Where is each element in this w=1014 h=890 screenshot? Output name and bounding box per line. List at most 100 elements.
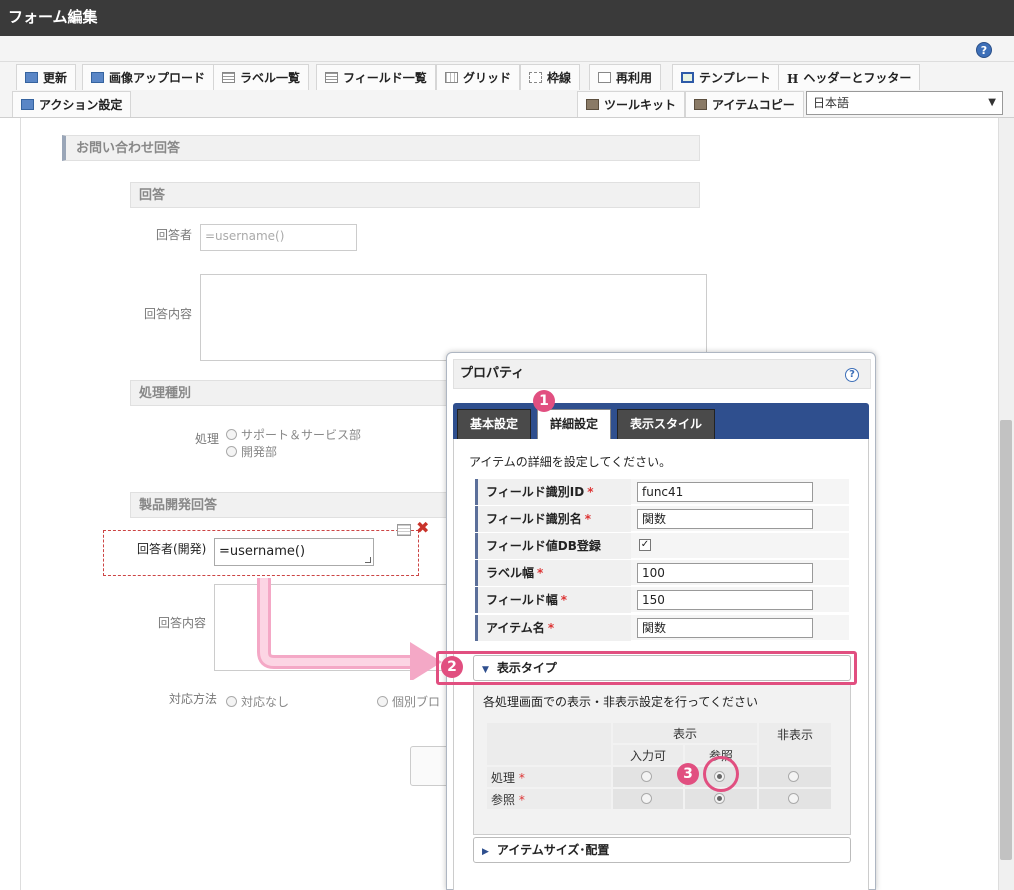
scrollbar-thumb[interactable]	[1000, 420, 1012, 860]
item-name-label: アイテム名 *	[475, 615, 631, 641]
refresh-button[interactable]: 更新	[16, 64, 77, 90]
field-name-label-text: フィールド識別名	[486, 512, 582, 526]
tab-basic-settings[interactable]: 基本設定	[457, 409, 532, 439]
delete-icon[interactable]: ✖	[416, 518, 429, 537]
radio-icon	[226, 446, 237, 457]
required-mark: *	[518, 792, 525, 807]
ref-input-radio[interactable]	[613, 789, 683, 809]
dev-responder-input[interactable]: =username()	[214, 538, 374, 566]
field-width-input[interactable]: 150	[637, 590, 813, 610]
method-option-individual[interactable]: 個別ブロ	[377, 693, 440, 710]
item-size-header[interactable]: ▶ アイテムサイズ･配置	[473, 837, 851, 863]
process-option-dev[interactable]: 開発部	[226, 443, 277, 460]
header-footer-button[interactable]: H ヘッダーとフッター	[778, 64, 921, 90]
required-mark: *	[537, 566, 544, 580]
image-upload-label: 画像アップロード	[109, 71, 206, 85]
template-button[interactable]: テンプレート	[672, 64, 780, 90]
reuse-icon	[598, 72, 611, 83]
field-list-icon	[325, 72, 338, 83]
process-option-support[interactable]: サポート＆サービス部	[226, 426, 361, 443]
label-width-input[interactable]: 100	[637, 563, 813, 583]
table-corner	[487, 723, 611, 765]
item-copy-button[interactable]: アイテムコピー	[685, 91, 804, 117]
label-list-icon	[222, 72, 235, 83]
action-icon	[21, 99, 34, 110]
dev-responder-label: 回答者(開発)	[137, 542, 207, 556]
property-description: アイテムの詳細を設定してください。	[469, 455, 672, 469]
responder-input[interactable]: =username()	[200, 224, 357, 251]
field-list-button[interactable]: フィールド一覧	[316, 64, 436, 90]
field-db-checkbox[interactable]: ✓	[639, 539, 651, 551]
item-name-label-text: アイテム名	[486, 621, 545, 635]
toolbar: 更新 画像アップロード ラベル一覧 フィールド一覧 グリッド 枠線 再利用 テン…	[0, 62, 1014, 118]
method-option-none[interactable]: 対応なし	[226, 693, 289, 710]
field-row-id: フィールド識別ID * func41	[475, 479, 849, 505]
toolkit-button[interactable]: ツールキット	[577, 91, 686, 117]
grid-icon	[445, 72, 458, 83]
action-settings-button[interactable]: アクション設定	[12, 91, 132, 117]
row-ref-label: 参照 *	[487, 789, 611, 809]
canvas-left-border	[20, 118, 21, 890]
window-title: フォーム編集	[0, 0, 1014, 36]
reuse-label: 再利用	[616, 71, 653, 85]
answer-header: 回答	[130, 182, 700, 208]
content-textarea[interactable]	[200, 274, 707, 361]
required-mark: *	[584, 512, 592, 526]
radio-icon	[787, 793, 799, 804]
label-list-button[interactable]: ラベル一覧	[213, 64, 310, 90]
ref-hide-radio[interactable]	[759, 789, 831, 809]
label-list-label: ラベル一覧	[240, 71, 301, 85]
required-mark: *	[587, 485, 594, 499]
language-select[interactable]: 日本語 ▼	[806, 91, 1003, 115]
border-button[interactable]: 枠線	[520, 64, 581, 90]
required-mark: *	[518, 770, 525, 785]
image-upload-button[interactable]: 画像アップロード	[82, 64, 215, 90]
annotation-arrow	[257, 578, 442, 680]
item-name-input[interactable]: 関数	[637, 618, 813, 638]
process-option-support-label: サポート＆サービス部	[241, 428, 362, 442]
toolkit-icon	[586, 99, 599, 110]
method-option-individual-label: 個別ブロ	[392, 695, 441, 709]
ref-ref-radio[interactable]	[685, 789, 757, 809]
required-mark: *	[560, 593, 568, 607]
item-copy-label: アイテムコピー	[712, 98, 795, 112]
section-title: お問い合わせ回答	[62, 135, 700, 161]
callout-2: 2	[441, 656, 463, 678]
tab-detail-settings[interactable]: 詳細設定	[537, 409, 612, 439]
header-footer-icon: H	[787, 72, 799, 86]
field-width-label: フィールド幅 *	[475, 587, 631, 613]
field-width-label-text: フィールド幅	[486, 593, 558, 607]
grid-button[interactable]: グリッド	[436, 64, 521, 90]
dev-content-label: 回答内容	[158, 616, 207, 630]
field-row-db: フィールド値DB登録 ✓	[475, 533, 849, 559]
property-panel: プロパティ ? 基本設定 詳細設定 表示スタイル アイテムの詳細を設定してくださ…	[446, 352, 876, 890]
form-button[interactable]	[410, 746, 450, 786]
grid-label: グリッド	[463, 71, 512, 85]
edit-icon[interactable]	[397, 524, 411, 536]
property-tabbar: 基本設定 詳細設定 表示スタイル	[453, 403, 869, 439]
process-option-dev-label: 開発部	[241, 445, 278, 459]
field-row-item-name: アイテム名 * 関数	[475, 615, 849, 641]
field-row-field-width: フィールド幅 * 150	[475, 587, 849, 613]
responder-label: 回答者	[156, 228, 193, 242]
field-name-label: フィールド識別名 *	[475, 506, 631, 532]
label-width-label-text: ラベル幅	[486, 566, 535, 580]
field-name-input[interactable]: 関数	[637, 509, 813, 529]
reuse-button[interactable]: 再利用	[589, 64, 662, 90]
row-process-label-text: 処理	[491, 770, 516, 785]
refresh-icon	[25, 72, 38, 83]
property-help-icon[interactable]: ?	[845, 368, 859, 382]
row-ref-label-text: 参照	[491, 792, 516, 807]
help-icon[interactable]: ?	[976, 42, 992, 58]
process-hide-radio[interactable]	[759, 767, 831, 787]
toolkit-label: ツールキット	[604, 98, 677, 112]
border-icon	[529, 72, 542, 83]
field-id-input[interactable]: func41	[637, 482, 813, 502]
col-hide-header: 非表示	[759, 723, 831, 765]
item-copy-icon	[694, 99, 707, 110]
tab-display-style[interactable]: 表示スタイル	[617, 409, 716, 439]
process-input-radio[interactable]	[613, 767, 683, 787]
method-option-none-label: 対応なし	[241, 695, 290, 709]
callout-3: 3	[677, 763, 699, 785]
refresh-label: 更新	[43, 71, 68, 85]
